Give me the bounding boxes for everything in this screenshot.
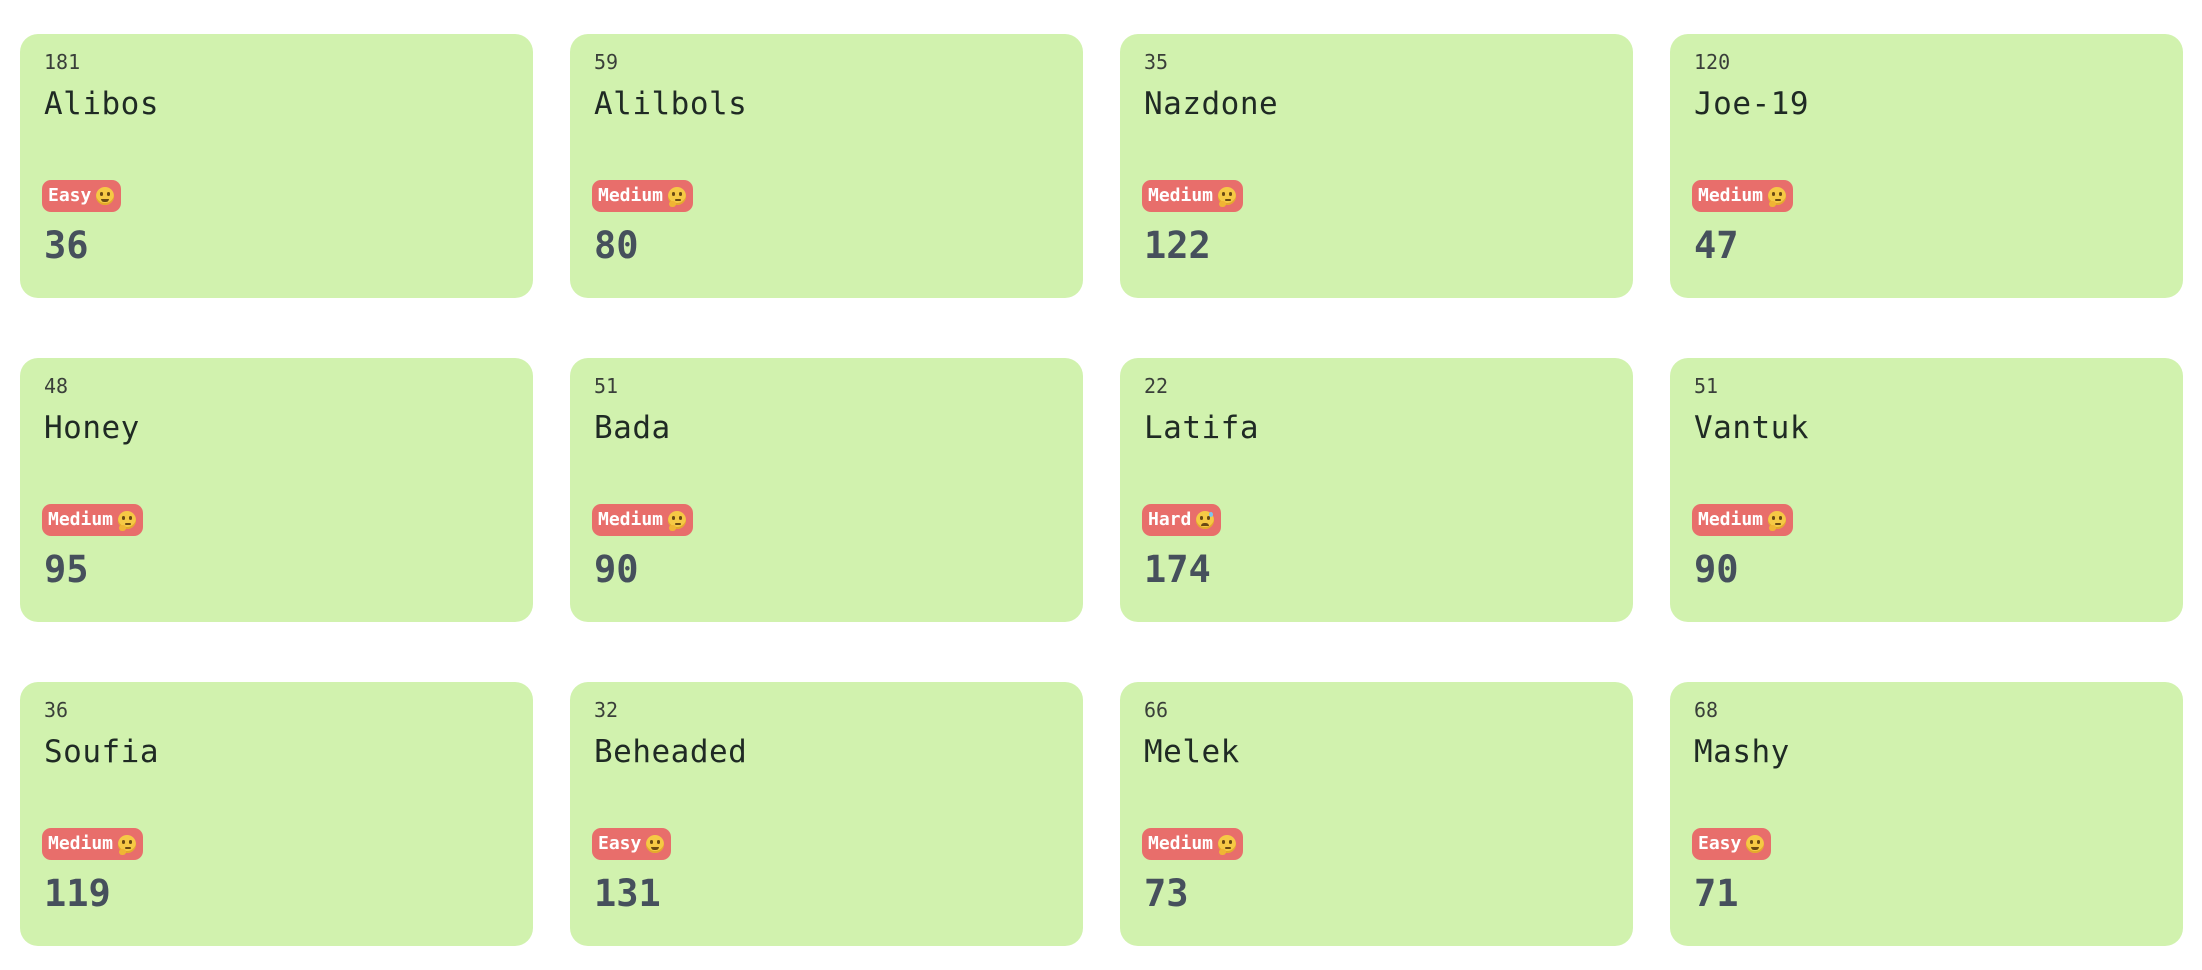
- card-score: 131: [594, 872, 661, 915]
- difficulty-label: Medium: [598, 509, 664, 530]
- card-name: Soufia: [44, 734, 159, 770]
- difficulty-label: Medium: [1698, 509, 1764, 530]
- card-score: 36: [44, 224, 89, 267]
- card[interactable]: 120 Joe-19 Medium 47: [1670, 34, 2183, 298]
- card-name: Alibos: [44, 86, 159, 122]
- difficulty-label: Medium: [1698, 185, 1764, 206]
- card-score: 90: [594, 548, 639, 591]
- difficulty-label: Medium: [598, 185, 664, 206]
- sweat-icon: [1196, 511, 1215, 529]
- card-id: 120: [1694, 50, 1731, 74]
- card-id: 68: [1694, 698, 1719, 722]
- thinking-icon: [118, 835, 137, 855]
- card[interactable]: 51 Bada Medium 90: [570, 358, 1083, 622]
- card-score: 80: [594, 224, 639, 267]
- card-name: Honey: [44, 410, 140, 446]
- card[interactable]: 68 Mashy Easy 71: [1670, 682, 2183, 946]
- card[interactable]: 66 Melek Medium 73: [1120, 682, 1633, 946]
- card-name: Melek: [1144, 734, 1240, 770]
- card-id: 66: [1144, 698, 1169, 722]
- grin-icon: [96, 187, 115, 205]
- thinking-icon: [118, 511, 137, 531]
- card-score: 95: [44, 548, 89, 591]
- card-id: 51: [594, 374, 619, 398]
- card[interactable]: 36 Soufia Medium 119: [20, 682, 533, 946]
- difficulty-label: Easy: [598, 833, 642, 854]
- card-name: Alilbols: [594, 86, 748, 122]
- difficulty-badge: Easy: [1692, 828, 1772, 860]
- card-id: 51: [1694, 374, 1719, 398]
- difficulty-label: Easy: [48, 185, 92, 206]
- difficulty-badge: Medium: [42, 504, 144, 536]
- thinking-icon: [1768, 187, 1787, 207]
- difficulty-label: Medium: [48, 509, 114, 530]
- card-score: 47: [1694, 224, 1739, 267]
- card-score: 119: [44, 872, 111, 915]
- card-id: 32: [594, 698, 619, 722]
- difficulty-label: Hard: [1148, 509, 1192, 530]
- difficulty-badge: Medium: [592, 504, 694, 536]
- card-name: Joe-19: [1694, 86, 1809, 122]
- card-score: 71: [1694, 872, 1739, 915]
- card-name: Mashy: [1694, 734, 1790, 770]
- card[interactable]: 181 Alibos Easy 36: [20, 34, 533, 298]
- card[interactable]: 32 Beheaded Easy 131: [570, 682, 1083, 946]
- difficulty-badge: Hard: [1142, 504, 1222, 536]
- card-grid: 181 Alibos Easy 36 59 Alilbols Medium 80 35 Nazdo…: [20, 34, 2183, 946]
- difficulty-label: Medium: [1148, 833, 1214, 854]
- grin-icon: [646, 835, 665, 853]
- difficulty-badge: Medium: [42, 828, 144, 860]
- card-id: 59: [594, 50, 619, 74]
- card-name: Latifa: [1144, 410, 1259, 446]
- difficulty-badge: Medium: [1692, 180, 1794, 212]
- card-name: Vantuk: [1694, 410, 1809, 446]
- card[interactable]: 48 Honey Medium 95: [20, 358, 533, 622]
- difficulty-label: Easy: [1698, 833, 1742, 854]
- card-name: Beheaded: [594, 734, 748, 770]
- difficulty-label: Medium: [48, 833, 114, 854]
- card-name: Nazdone: [1144, 86, 1279, 122]
- difficulty-badge: Medium: [592, 180, 694, 212]
- difficulty-badge: Easy: [592, 828, 672, 860]
- thinking-icon: [668, 511, 687, 531]
- card-id: 36: [44, 698, 69, 722]
- card-score: 174: [1144, 548, 1211, 591]
- card[interactable]: 35 Nazdone Medium 122: [1120, 34, 1633, 298]
- card[interactable]: 51 Vantuk Medium 90: [1670, 358, 2183, 622]
- grin-icon: [1746, 835, 1765, 853]
- thinking-icon: [668, 187, 687, 207]
- card[interactable]: 59 Alilbols Medium 80: [570, 34, 1083, 298]
- card-id: 48: [44, 374, 69, 398]
- card-id: 35: [1144, 50, 1169, 74]
- card-id: 22: [1144, 374, 1169, 398]
- thinking-icon: [1768, 511, 1787, 531]
- card-score: 90: [1694, 548, 1739, 591]
- difficulty-badge: Medium: [1142, 180, 1244, 212]
- card-id: 181: [44, 50, 81, 74]
- thinking-icon: [1218, 187, 1237, 207]
- card[interactable]: 22 Latifa Hard 174: [1120, 358, 1633, 622]
- difficulty-label: Medium: [1148, 185, 1214, 206]
- thinking-icon: [1218, 835, 1237, 855]
- difficulty-badge: Medium: [1692, 504, 1794, 536]
- difficulty-badge: Medium: [1142, 828, 1244, 860]
- card-score: 73: [1144, 872, 1189, 915]
- difficulty-badge: Easy: [42, 180, 122, 212]
- card-name: Bada: [594, 410, 671, 446]
- card-score: 122: [1144, 224, 1211, 267]
